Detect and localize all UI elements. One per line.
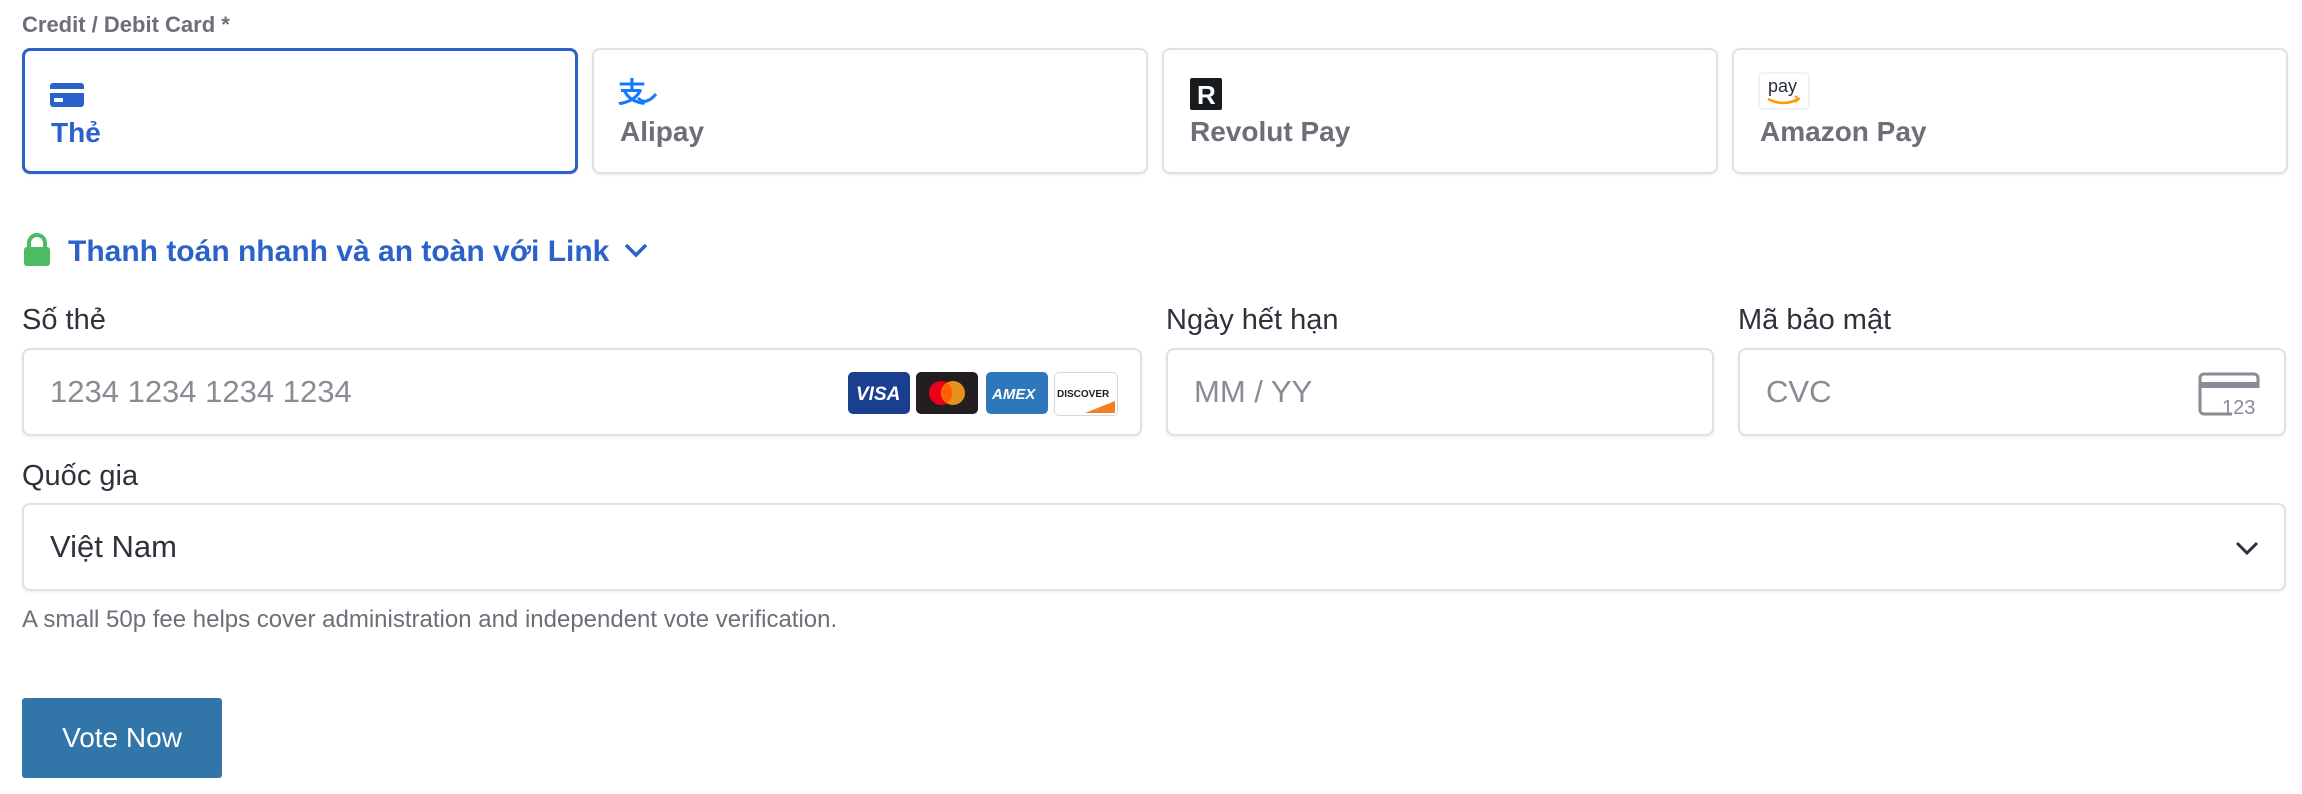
visa-logo-text: VISA — [856, 384, 900, 405]
method-amazonpay-tile[interactable]: pay Amazon Pay — [1732, 48, 2288, 174]
amex-logo-text: AMEX — [991, 386, 1036, 403]
country-value: Việt Nam — [50, 529, 177, 564]
revolut-icon: R — [1188, 76, 1224, 110]
svg-text:R: R — [1197, 80, 1216, 110]
payment-section-label: Credit / Debit Card * — [22, 12, 230, 37]
method-revolut-tile[interactable]: R Revolut Pay — [1162, 48, 1718, 174]
expiry-input[interactable]: MM / YY — [1166, 348, 1714, 436]
mastercard-logo — [916, 372, 978, 414]
fee-note: A small 50p fee helps cover administrati… — [22, 606, 838, 633]
chevron-down-icon — [2234, 539, 2260, 562]
visa-logo: VISA — [848, 372, 910, 414]
lock-icon — [22, 232, 52, 272]
cvc-label: Mã bảo mật — [1738, 304, 1892, 336]
cvc-card-icon: 123 — [2198, 370, 2264, 423]
method-alipay-tile[interactable]: 支 Alipay — [592, 48, 1148, 174]
chevron-down-icon — [623, 241, 649, 264]
method-alipay-label: Alipay — [620, 116, 705, 147]
method-card-tile[interactable]: Thẻ — [22, 48, 578, 174]
discover-logo: DISCOVER — [1054, 372, 1118, 416]
cvc-placeholder: CVC — [1766, 374, 1832, 409]
card-number-placeholder: 1234 1234 1234 1234 — [50, 374, 352, 409]
country-select[interactable]: Việt Nam — [22, 503, 2286, 591]
method-card-label: Thẻ — [51, 117, 101, 148]
method-revolut-label: Revolut Pay — [1190, 116, 1351, 147]
amazon-pay-icon-text: pay — [1768, 76, 1797, 96]
credit-card-icon — [49, 77, 85, 109]
country-label: Quốc gia — [22, 460, 139, 492]
amex-logo: AMEX — [986, 372, 1048, 414]
method-amazonpay-label: Amazon Pay — [1760, 116, 1927, 147]
expiry-placeholder: MM / YY — [1194, 374, 1313, 409]
link-pay-text: Thanh toán nhanh và an toàn với Link — [68, 235, 610, 268]
amazon-pay-icon: pay — [1758, 72, 1810, 112]
cvc-input[interactable]: CVC 123 — [1738, 348, 2286, 436]
svg-text:支: 支 — [618, 76, 646, 108]
discover-logo-text: DISCOVER — [1057, 389, 1110, 400]
card-number-label: Số thẻ — [22, 304, 106, 336]
vote-now-button[interactable]: Vote Now — [22, 698, 222, 778]
link-pay-toggle[interactable]: Thanh toán nhanh và an toàn với Link — [22, 230, 649, 274]
expiry-label: Ngày hết hạn — [1166, 304, 1339, 336]
alipay-icon: 支 — [618, 76, 658, 109]
cvc-icon-text: 123 — [2222, 397, 2255, 418]
card-number-input[interactable]: 1234 1234 1234 1234 VISA AMEX DISCOVER — [22, 348, 1142, 436]
